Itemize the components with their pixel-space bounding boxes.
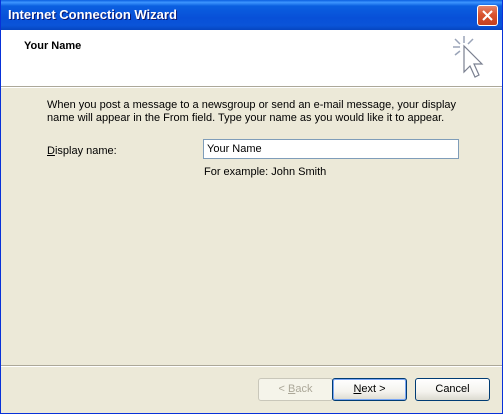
next-button-rest: ext > (361, 383, 386, 395)
display-name-input[interactable]: Your Name (203, 139, 459, 159)
back-button-prefix: < (278, 383, 288, 395)
header-divider (1, 86, 502, 88)
window-title: Internet Connection Wizard (8, 7, 177, 22)
display-name-mnemonic: D (47, 145, 55, 157)
back-button[interactable]: < Back (258, 378, 333, 401)
wizard-window: Internet Connection Wizard Your Name Whe… (0, 0, 503, 414)
wizard-header: Your Name (1, 30, 502, 86)
next-button[interactable]: Next > (332, 378, 407, 401)
example-text: For example: John Smith (204, 166, 327, 178)
page-title: Your Name (24, 40, 82, 52)
cancel-button[interactable]: Cancel (415, 378, 490, 401)
wizard-cursor-icon (453, 36, 484, 78)
description-text: When you post a message to a newsgroup o… (47, 99, 457, 124)
close-icon (482, 10, 493, 21)
display-name-label: Display name: (47, 145, 117, 157)
display-name-label-rest: isplay name: (54, 145, 117, 157)
title-bar[interactable]: Internet Connection Wizard (1, 0, 502, 30)
back-button-rest: ack (295, 383, 313, 395)
close-button[interactable] (477, 5, 498, 26)
footer-divider (1, 365, 502, 367)
